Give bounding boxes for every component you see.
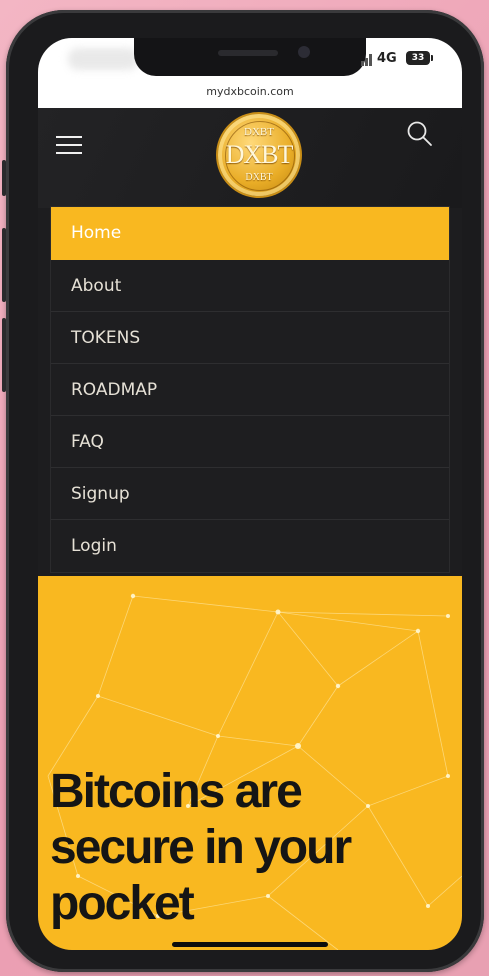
url-bar[interactable]: mydxbcoin.com [38,85,462,98]
front-camera [298,46,310,58]
nav-item-login[interactable]: Login [51,520,449,572]
hero-section: Bitcoins are secure in your pocket [38,576,462,950]
volume-up-button [2,228,6,302]
home-indicator[interactable] [172,942,328,947]
hero-title-line: pocket [50,877,195,930]
hero-title-line: secure in your [50,821,352,874]
nav-item-roadmap[interactable]: ROADMAP [51,364,449,416]
hero-title: Bitcoins are secure in your pocket [50,764,450,932]
hero-title-line: Bitcoins are [50,765,303,818]
dxbt-logo[interactable]: DXBT DXBT DXBT [218,114,300,196]
logo-main-text: DXBT [225,140,294,169]
nav-item-signup[interactable]: Signup [51,468,449,520]
logo-top-text: DXBT [244,126,274,138]
nav-item-tokens[interactable]: TOKENS [51,312,449,364]
phone-screen: 4G 33 mydxbcoin.com DXBT DXBT DXBT Home … [38,38,462,950]
site-header: DXBT DXBT DXBT [38,108,462,208]
notch [134,38,366,76]
status-bar: 4G 33 mydxbcoin.com [38,38,462,108]
nav-item-home[interactable]: Home [51,207,449,260]
nav-item-about[interactable]: About [51,260,449,312]
volume-down-button [2,318,6,392]
blurred-status-area [68,48,138,70]
logo-bottom-text: DXBT [245,172,273,183]
battery-tip [431,55,433,61]
network-label: 4G [377,51,397,66]
nav-item-faq[interactable]: FAQ [51,416,449,468]
search-icon[interactable] [406,120,434,148]
battery-icon: 33 [406,51,430,65]
silent-switch [2,160,6,196]
hamburger-icon[interactable] [56,133,84,157]
signal-icon [361,52,373,66]
nav-menu: Home About TOKENS ROADMAP FAQ Signup Log… [50,206,450,573]
speaker [218,50,278,56]
